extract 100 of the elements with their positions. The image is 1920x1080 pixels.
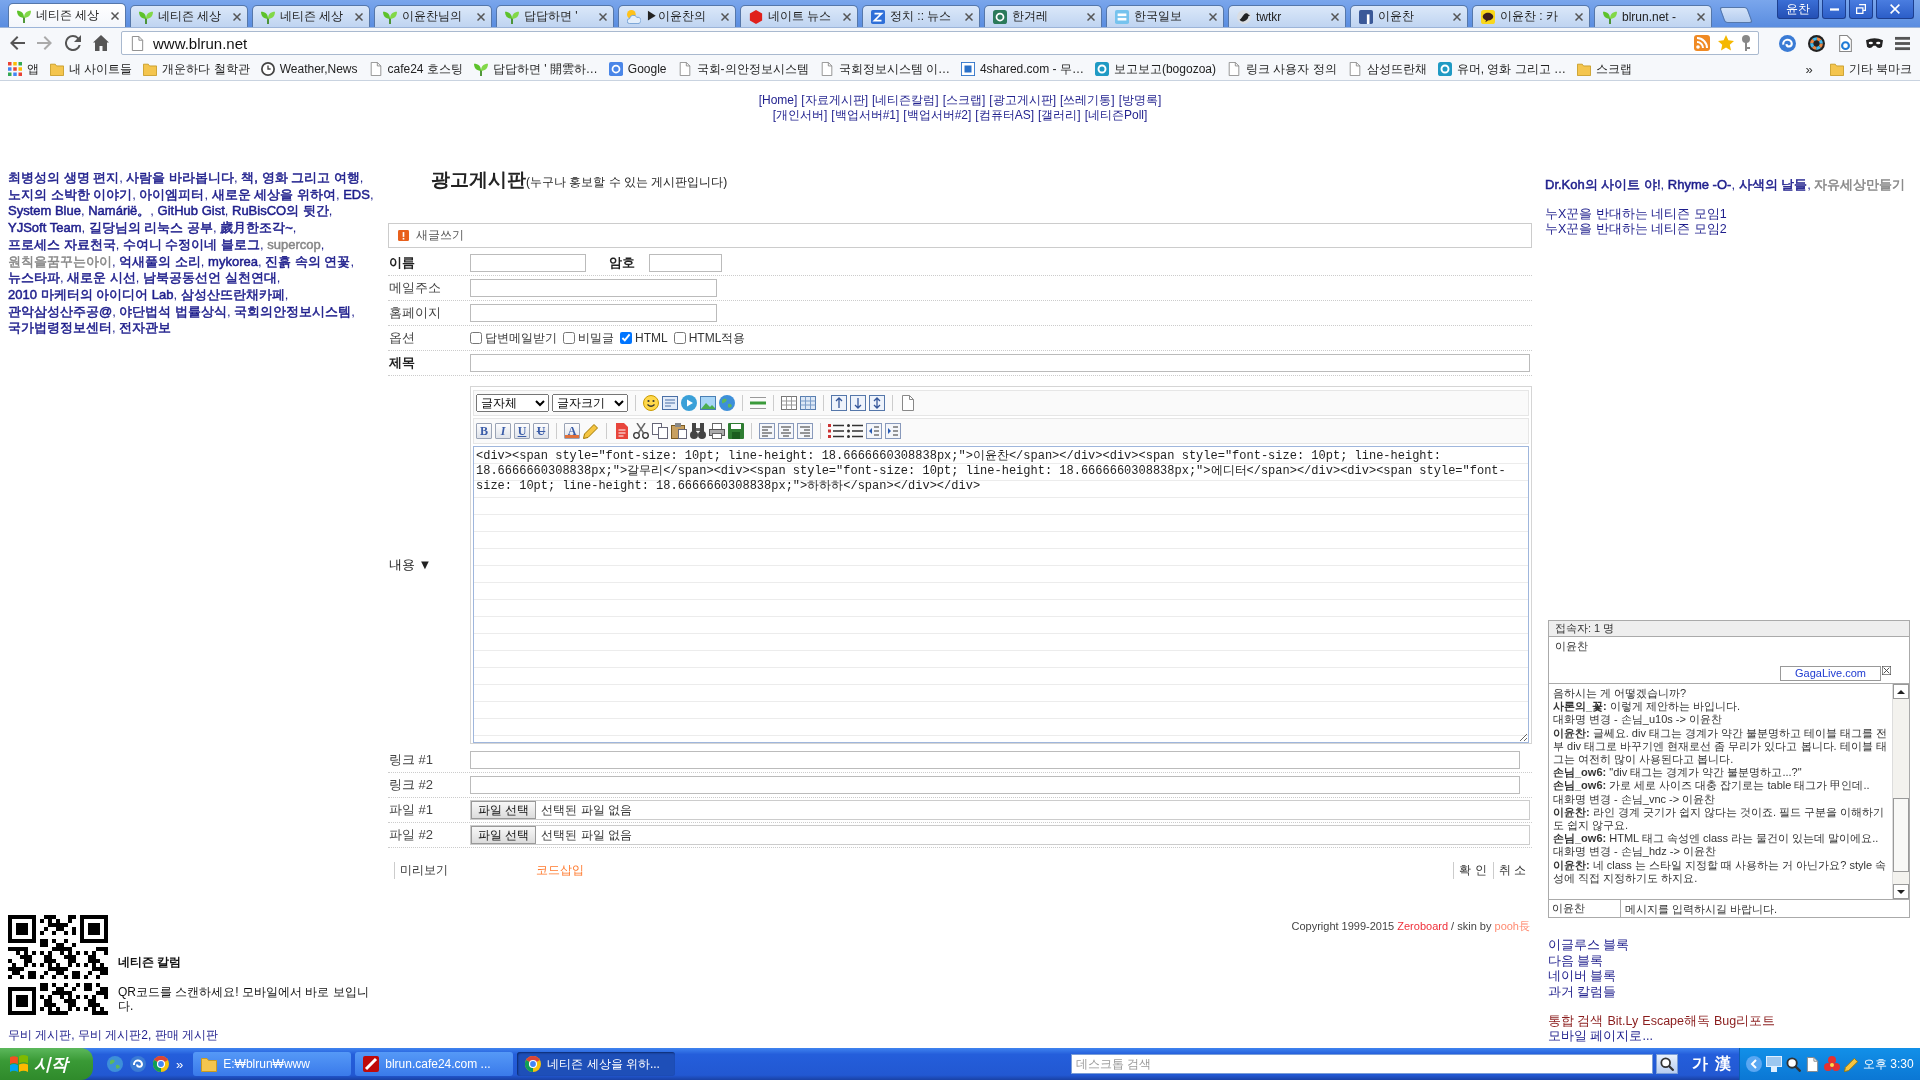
bookmark[interactable]: Weather,News [260,62,358,76]
more-bookmarks-button[interactable]: » [1805,61,1813,77]
close-icon[interactable] [721,12,729,21]
line-spacing-icon[interactable] [850,395,866,411]
play-icon[interactable] [681,395,697,411]
bookmark[interactable]: 답답하면 ' 開雲하… [473,60,598,78]
monitor-icon[interactable] [1766,1056,1782,1072]
align-center-icon[interactable] [778,423,794,439]
copy-icon[interactable] [652,423,668,439]
strikethrough-button[interactable]: U [533,423,549,439]
close-icon[interactable] [1697,12,1705,21]
blog-link[interactable]: 책, 영화 그리고 여행 [241,170,360,185]
blog-link[interactable]: 원칙을꿈꾸는아이 [8,253,112,269]
browser-tab[interactable]: 이윤찬님의 [374,5,492,27]
close-icon[interactable] [1882,666,1891,675]
start-button[interactable]: 시작 [0,1048,93,1080]
bookmark[interactable]: 유머, 영화 그리고 … [1437,60,1566,78]
underline-button[interactable]: U [514,423,530,439]
close-icon[interactable] [477,12,485,21]
picture-icon[interactable] [700,395,716,411]
bookmark[interactable]: 내 사이트들 [50,60,133,78]
nav-link[interactable]: [개인서버] [772,108,828,123]
link-field[interactable] [470,776,1520,794]
browser-tab[interactable]: 네티즌 세상 [8,3,126,27]
hanja-mode-indicator[interactable]: 漢 [1715,1053,1731,1075]
nav-link[interactable]: [백업서버#1] [831,108,900,123]
close-icon[interactable] [599,12,607,21]
blog-link[interactable]: 최병성의 생명 편지 [8,170,120,185]
line-spacing-icon[interactable] [831,395,847,411]
blog-link[interactable]: 사색의 날들 [1738,177,1808,192]
printer-icon[interactable] [709,423,725,439]
blog-link[interactable]: 이글루스 블록 [1548,938,1630,952]
page-icon[interactable] [1805,1056,1820,1072]
close-icon[interactable] [355,12,363,21]
taskbar-button[interactable]: blrun.cafe24.com ... [355,1052,514,1076]
close-icon[interactable] [843,12,851,21]
bookmark[interactable]: 4shared.com - 무… [960,60,1084,78]
file-select-button[interactable]: 파일 선택 [471,826,537,844]
zeroboard-link[interactable]: Zeroboard [1397,920,1449,932]
search-button[interactable] [1656,1054,1678,1074]
blog-link[interactable]: 뉴스타파 [8,270,60,286]
minimize-button[interactable] [1822,0,1846,19]
blog-link[interactable]: mykorea [208,253,258,269]
blog-link[interactable]: Dr.Koh의 사이트 야! [1545,177,1661,192]
close-icon[interactable] [1209,12,1217,21]
swirl-icon[interactable] [1779,34,1796,52]
name-field[interactable] [470,254,586,272]
bullet-list-icon[interactable] [847,423,863,439]
blog-link[interactable]: Namárië。 [88,203,151,219]
browser-tab[interactable]: 정치 :: 뉴스 [862,5,980,27]
restore-button[interactable] [1849,0,1873,19]
nav-link[interactable]: [광고게시판] [989,93,1056,108]
blog-link[interactable]: 歲月한조각~ [220,220,293,236]
bookmark[interactable]: 보고보고(bogozoa) [1094,60,1216,78]
browser-tab[interactable]: 한국일보 [1106,5,1224,27]
address-bar[interactable]: www.blrun.net [121,31,1759,55]
scrollbar[interactable] [1892,684,1909,899]
scrollbar-thumb[interactable] [1893,798,1909,872]
blog-link[interactable]: 수여니 수정이네 블로그 [122,236,261,252]
checkbox[interactable] [563,332,575,344]
browser-tab[interactable]: ▶이윤찬의 [618,5,736,27]
color-wheel-icon[interactable] [153,1056,169,1072]
browser-tab[interactable]: 이윤찬 [1350,5,1468,27]
scroll-down-button[interactable] [1893,884,1909,899]
reload-icon[interactable] [65,35,81,51]
blog-link[interactable]: 사람을 바라봅니다 [126,170,235,185]
subject-field[interactable] [470,354,1530,372]
nav-link[interactable]: [방명록] [1118,93,1162,108]
key-icon[interactable] [1742,35,1750,51]
grid-icon[interactable] [800,395,816,411]
close-icon[interactable] [1087,12,1095,21]
checkbox[interactable] [620,332,632,344]
input-mode-indicator[interactable]: 가 [1692,1053,1708,1075]
file-select-button[interactable]: 파일 선택 [471,801,537,819]
pencil-icon[interactable] [583,423,599,439]
email-field[interactable] [470,279,717,297]
search-icon[interactable] [1786,1056,1801,1072]
bookmark[interactable]: cafe24 호스팅 [368,60,463,78]
font-color-button[interactable]: A [564,423,580,439]
blog-link[interactable]: 자유세상만들기 [1814,177,1906,192]
close-icon[interactable] [111,11,119,20]
close-icon[interactable] [965,12,973,21]
cafe-link[interactable]: 누X꾼을 반대하는 네티즌 모임2 [1545,222,1727,236]
blog-link[interactable]: EDS [343,186,370,202]
bookmark[interactable]: 기타 북마크 [1829,60,1912,78]
blog-link[interactable]: 새로운 시선 [67,270,136,286]
blog-link[interactable]: 관악삼성산주공@ [8,303,113,319]
line-spacing-icon[interactable] [869,395,885,411]
bookmark[interactable]: 삼성뜨란채 [1347,60,1427,78]
page-icon[interactable] [1837,34,1854,52]
browser-tab[interactable]: twtkr [1228,5,1346,27]
close-button[interactable] [1876,0,1914,19]
blog-link[interactable]: 다음 블록 [1548,953,1604,968]
homepage-field[interactable] [470,304,717,322]
close-icon[interactable] [233,12,241,21]
smiley-icon[interactable] [643,395,659,411]
browser-tab[interactable]: blrun.net - [1594,5,1712,27]
bookmark[interactable]: 앱 [8,60,39,78]
bookmark[interactable]: 링크 사용자 정의 [1227,60,1337,78]
browser-tab[interactable]: 네티즌 세상 [130,5,248,27]
